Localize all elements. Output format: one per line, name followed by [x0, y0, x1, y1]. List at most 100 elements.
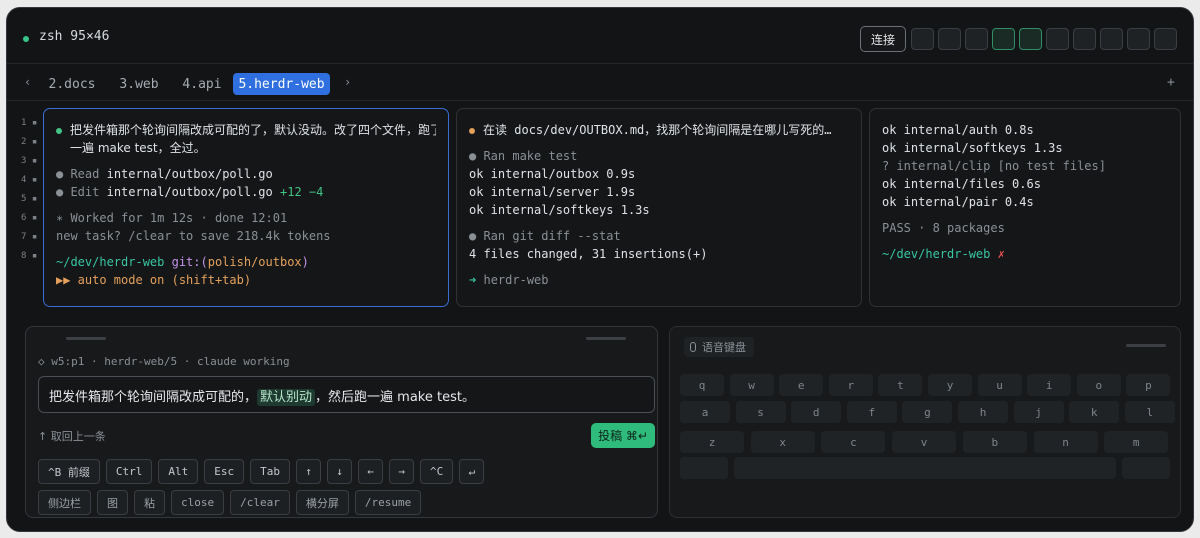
tab-docs[interactable]: 2.docs [43, 73, 101, 95]
softkey-button[interactable]: 图 [97, 490, 128, 515]
key-x[interactable]: x [750, 431, 815, 453]
drag-handle[interactable] [1126, 344, 1166, 347]
softkey-button[interactable]: Tab [250, 459, 290, 484]
window-slot-button[interactable] [1019, 28, 1042, 50]
softkey-button[interactable]: ↵ [459, 459, 485, 484]
working-dot-icon [469, 127, 475, 134]
key-y[interactable]: y [928, 374, 972, 396]
softkey-button[interactable]: ↑ [296, 459, 321, 484]
tab-web[interactable]: 3.web [111, 73, 167, 95]
tool-edit-line: ● Edit internal/outbox/poll.go +12 −4 [56, 185, 324, 199]
key-u[interactable]: u [977, 374, 1022, 396]
key-e[interactable]: e [779, 374, 824, 396]
drag-handle[interactable] [586, 337, 626, 340]
key-v[interactable]: v [892, 431, 957, 453]
pane-agent-output[interactable]: 在读 docs/dev/OUTBOX.md，找那个轮询间隔是在哪儿写死的… ● … [456, 108, 862, 307]
window-slot-button[interactable] [1046, 28, 1069, 50]
key-q[interactable]: q [680, 374, 724, 396]
key-i[interactable]: i [1027, 374, 1072, 396]
key-r[interactable]: r [828, 374, 873, 396]
softkey-button[interactable]: Ctrl [105, 459, 153, 484]
key-p[interactable]: p [1126, 374, 1171, 396]
window-slot-button[interactable] [1154, 28, 1177, 50]
test-result-line: ok internal/server 1.9s [469, 185, 636, 199]
add-tab-button[interactable]: + [1167, 75, 1175, 90]
pane-link[interactable]: ➜ herdr-web [469, 271, 849, 289]
softkey-button[interactable]: ↓ [327, 459, 352, 484]
test-result-line: ok internal/softkeys 1.3s [882, 141, 1063, 155]
key-g[interactable]: g [902, 401, 953, 423]
tab-api[interactable]: 4.api [173, 73, 231, 95]
key-t[interactable]: t [878, 374, 923, 396]
window-slot-button[interactable] [965, 28, 988, 50]
key-a[interactable]: a [680, 401, 730, 423]
key-o[interactable]: o [1076, 374, 1121, 396]
key-h[interactable]: h [958, 401, 1008, 423]
tab-herdr-web[interactable]: 5.herdr-web [233, 73, 330, 95]
tool-run-line: ● Ran make test [469, 149, 578, 163]
key-blank[interactable] [1122, 457, 1170, 479]
key-n[interactable]: n [1033, 431, 1098, 453]
softkey-button[interactable]: 横分屏 [295, 490, 349, 515]
new-task-hint: new task? /clear to save 218.4k tokens [56, 229, 331, 243]
arrow-right-icon: ➜ [469, 273, 477, 287]
line-number: 4 ▪ [21, 175, 38, 185]
softkey-button[interactable]: /clear [230, 490, 290, 515]
pass-summary: PASS · 8 packages [882, 221, 1005, 235]
window-slot-button[interactable] [911, 28, 934, 50]
line-number: 8 ▪ [21, 251, 38, 261]
tab-next-button[interactable]: › [344, 75, 351, 89]
connect-button[interactable]: 连接 [860, 26, 906, 52]
key-k[interactable]: k [1069, 401, 1120, 423]
composer-panel: ◇ w5:p1 · herdr-web/5 · claude working 把… [25, 326, 658, 518]
softkey-button[interactable]: 侧边栏 [38, 490, 91, 515]
window-slot-button[interactable] [938, 28, 961, 50]
softkey-button[interactable]: → [389, 459, 414, 484]
highlighted-phrase: 默认别动 [257, 389, 316, 406]
window-slot-button[interactable] [1073, 28, 1096, 50]
softkey-button[interactable]: ← [358, 459, 383, 484]
test-result-line: ok internal/auth 0.8s [882, 123, 1034, 137]
softkey-row: ^B 前缀 Ctrl Alt Esc Tab ↑ ↓ ← → ^C ↵ [38, 459, 485, 484]
shell-prompt: ~/dev/herdr-web ✗ [882, 247, 1005, 261]
pane-test-shell[interactable]: ok internal/auth 0.8s ok internal/softke… [869, 108, 1181, 307]
key-blank[interactable] [680, 457, 728, 479]
window-slot-button[interactable] [992, 28, 1015, 50]
window-slot-button[interactable] [1127, 28, 1150, 50]
key-j[interactable]: j [1013, 401, 1064, 423]
key-b[interactable]: b [962, 431, 1027, 453]
softkey-button[interactable]: ^C [420, 459, 454, 484]
softkey-button[interactable]: close [171, 490, 225, 515]
tool-read-line: ● Read internal/outbox/poll.go [56, 167, 273, 181]
key-m[interactable]: m [1104, 431, 1169, 453]
tab-bar: ‹ 2.docs 3.web 4.api 5.herdr-web › + [7, 65, 1193, 101]
worked-summary: ∗ Worked for 1m 12s · done 12:01 [56, 211, 288, 225]
recall-previous-button[interactable]: ↑ 取回上一条 [38, 428, 106, 444]
key-blank[interactable] [734, 457, 1116, 479]
key-d[interactable]: d [791, 401, 842, 423]
softkey-button[interactable]: Alt [158, 459, 199, 484]
key-s[interactable]: s [735, 401, 786, 423]
prompt-input[interactable]: 把发件箱那个轮询间隔改成可配的， 默认别动 ，然后跑一遍 make test。 [38, 376, 655, 413]
shortcut-row: 侧边栏图粘 close/clear 横分屏/resume [38, 490, 422, 515]
key-f[interactable]: f [846, 401, 897, 423]
tab-prev-button[interactable]: ‹ [24, 75, 31, 89]
softkey-button[interactable]: 粘 [134, 490, 165, 515]
line-number: 1 ▪ [21, 118, 38, 128]
window-slot-button[interactable] [1100, 28, 1123, 50]
softkey-button[interactable]: Esc [204, 459, 245, 484]
key-z[interactable]: z [680, 431, 744, 453]
softkey-button[interactable]: ^B 前缀 [38, 459, 100, 484]
pane-claude-session[interactable]: 把发件箱那个轮询间隔改成可配的了，默认没动。改了四个文件，跑了 一遍 make … [43, 108, 449, 307]
softkey-button[interactable]: /resume [354, 490, 422, 515]
voice-keyboard-button[interactable]: 语音键盘 [684, 337, 754, 357]
key-w[interactable]: w [729, 374, 774, 396]
line-gutter: 1 ▪ 2 ▪ 3 ▪ 4 ▪ 5 ▪ 6 ▪ 7 ▪ 8 ▪ [21, 118, 43, 270]
drag-handle[interactable] [66, 337, 106, 340]
submit-button[interactable]: 投稿 ⌘↵ [591, 423, 655, 448]
key-c[interactable]: c [821, 431, 886, 453]
line-number: 6 ▪ [21, 213, 38, 223]
window-slots [911, 28, 1177, 50]
test-result-line: ok internal/softkeys 1.3s [469, 203, 650, 217]
key-l[interactable]: l [1124, 401, 1175, 423]
